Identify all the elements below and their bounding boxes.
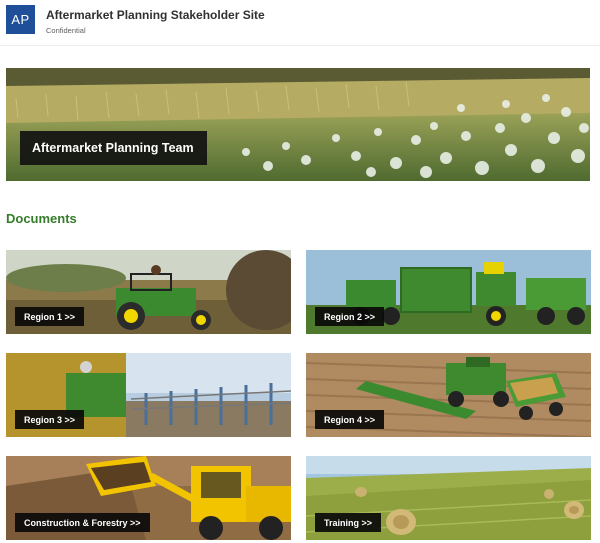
region-4-label: Region 4 >> — [315, 410, 385, 429]
site-logo[interactable]: AP — [6, 5, 35, 34]
hero-label: Aftermarket Planning Team — [20, 131, 207, 165]
region-1-tile[interactable]: Region 1 >> — [6, 250, 291, 334]
region-3-label: Region 3 >> — [15, 410, 85, 429]
training-label: Training >> — [315, 513, 382, 532]
region-2-tile[interactable]: Region 2 >> — [306, 250, 591, 334]
construction-forestry-label: Construction & Forestry >> — [15, 513, 150, 532]
site-classification: Confidential — [46, 26, 86, 35]
documents-heading: Documents — [6, 211, 77, 226]
region-1-label: Region 1 >> — [15, 307, 85, 326]
region-2-label: Region 2 >> — [315, 307, 385, 326]
site-header: AP Aftermarket Planning Stakeholder Site… — [0, 0, 600, 46]
training-tile[interactable]: Training >> — [306, 456, 591, 540]
construction-forestry-tile[interactable]: Construction & Forestry >> — [6, 456, 291, 540]
region-3-tile[interactable]: Region 3 >> — [6, 353, 291, 437]
hero-banner[interactable]: Aftermarket Planning Team — [6, 68, 590, 181]
site-title[interactable]: Aftermarket Planning Stakeholder Site — [46, 8, 265, 22]
region-4-tile[interactable]: Region 4 >> — [306, 353, 591, 437]
